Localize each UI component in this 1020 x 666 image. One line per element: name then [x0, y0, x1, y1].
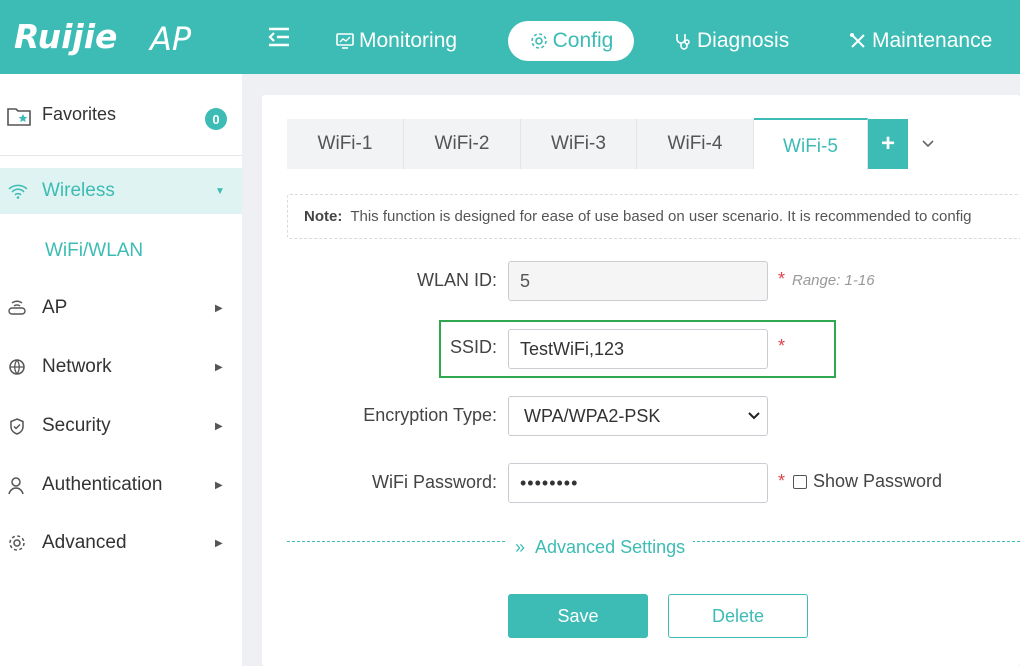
ruijie-logo: Ruijie	[14, 17, 118, 56]
save-button[interactable]: Save	[508, 594, 648, 638]
advanced-settings-toggle[interactable]: » Advanced Settings	[507, 537, 694, 558]
shield-icon	[10, 418, 24, 435]
nav-diagnosis[interactable]: Diagnosis	[673, 21, 789, 61]
top-header: Ruijie AP Monitoring Config Diagnosis Ma…	[0, 0, 1020, 74]
gear-icon	[530, 33, 547, 49]
ssid-input[interactable]: TestWiFi,123	[508, 329, 768, 369]
show-password-checkbox[interactable]	[793, 475, 807, 489]
config-panel: WiFi-1 WiFi-2 WiFi-3 WiFi-4 WiFi-5 + Not…	[262, 95, 1020, 666]
password-masked-value: ••••••••	[520, 472, 579, 493]
nav-maintenance[interactable]: Maintenance	[848, 21, 992, 61]
delete-button[interactable]: Delete	[668, 594, 808, 638]
sidebar-item-label: AP	[42, 297, 68, 318]
nav-monitoring[interactable]: Monitoring	[335, 21, 457, 61]
tab-wifi-4[interactable]: WiFi-4	[637, 119, 754, 169]
tab-wifi-5[interactable]: WiFi-5	[754, 118, 868, 170]
sidebar-item-ap[interactable]: AP ▶	[0, 285, 242, 331]
sidebar-item-label: Advanced	[42, 532, 127, 553]
wifi-icon	[8, 184, 28, 199]
wifi-tabs: WiFi-1 WiFi-2 WiFi-3 WiFi-4 WiFi-5 +	[287, 118, 1020, 170]
nav-config[interactable]: Config	[508, 21, 634, 61]
star-folder-icon	[7, 108, 31, 126]
nav-monitoring-label: Monitoring	[359, 29, 458, 52]
caret-right-icon: ▶	[215, 479, 223, 491]
sidebar-favorites[interactable]: Favorites 0	[0, 74, 242, 156]
tab-wifi-2[interactable]: WiFi-2	[404, 119, 521, 169]
globe-icon	[9, 359, 25, 375]
sidebar-item-label: Wireless	[42, 180, 115, 201]
sidebar-item-security[interactable]: Security ▶	[0, 403, 242, 449]
favorites-count-badge: 0	[205, 108, 227, 130]
gear-icon	[9, 535, 25, 551]
sidebar-subitem-wifi-wlan[interactable]: WiFi/WLAN	[45, 240, 143, 262]
double-chevron-icon: »	[515, 537, 526, 557]
encryption-type-value: WPA/WPA2-PSK	[524, 405, 661, 426]
user-icon	[8, 477, 24, 495]
encryption-type-label: Encryption Type:	[363, 405, 497, 425]
sidebar-item-advanced[interactable]: Advanced ▶	[0, 520, 242, 566]
required-mark: *	[778, 336, 786, 356]
wlan-id-range-hint: Range: 1-16	[792, 272, 875, 289]
caret-right-icon: ▶	[215, 420, 223, 432]
note-text: This function is designed for ease of us…	[350, 208, 972, 225]
encryption-type-select[interactable]: WPA/WPA2-PSK	[508, 396, 768, 436]
product-name: AP	[150, 20, 192, 58]
wlan-id-label: WLAN ID:	[416, 270, 497, 290]
menu-collapse-icon[interactable]	[266, 26, 292, 48]
favorites-label: Favorites	[42, 104, 117, 124]
tab-wifi-1[interactable]: WiFi-1	[287, 119, 404, 169]
advanced-settings-label: Advanced Settings	[535, 537, 686, 557]
tools-icon	[850, 33, 865, 48]
caret-right-icon: ▶	[215, 302, 223, 314]
chevron-down-icon[interactable]	[908, 119, 948, 169]
ssid-label: SSID:	[449, 337, 497, 357]
monitor-icon	[336, 33, 354, 49]
chevron-down-icon	[748, 412, 760, 420]
nav-maintenance-label: Maintenance	[872, 29, 993, 52]
router-icon	[8, 300, 26, 315]
required-mark: *	[778, 471, 786, 491]
sidebar: Favorites 0 Wireless ▼ WiFi/WLAN AP ▶ Ne…	[0, 74, 242, 666]
sidebar-item-authentication[interactable]: Authentication ▶	[0, 462, 242, 508]
wlan-id-input[interactable]: 5	[508, 261, 768, 301]
note-prefix: Note:	[304, 208, 343, 225]
sidebar-item-label: Security	[42, 415, 111, 436]
nav-diagnosis-label: Diagnosis	[697, 29, 790, 52]
caret-down-icon: ▼	[215, 185, 225, 197]
wifi-password-label: WiFi Password:	[371, 472, 497, 492]
stethoscope-icon	[676, 34, 690, 50]
add-tab-button[interactable]: +	[868, 119, 908, 169]
sidebar-item-label: Network	[42, 356, 112, 377]
wifi-password-input[interactable]: ••••••••	[508, 463, 768, 503]
note-banner: Note: This function is designed for ease…	[287, 194, 1020, 239]
caret-right-icon: ▶	[215, 361, 223, 373]
show-password-label: Show Password	[813, 471, 943, 491]
sidebar-item-network[interactable]: Network ▶	[0, 344, 242, 390]
sidebar-item-label: Authentication	[42, 474, 163, 495]
caret-right-icon: ▶	[215, 537, 223, 549]
tab-wifi-3[interactable]: WiFi-3	[521, 119, 637, 169]
sidebar-item-wireless[interactable]: Wireless ▼	[0, 168, 242, 214]
required-mark: *	[778, 269, 786, 289]
nav-config-label: Config	[552, 29, 614, 52]
